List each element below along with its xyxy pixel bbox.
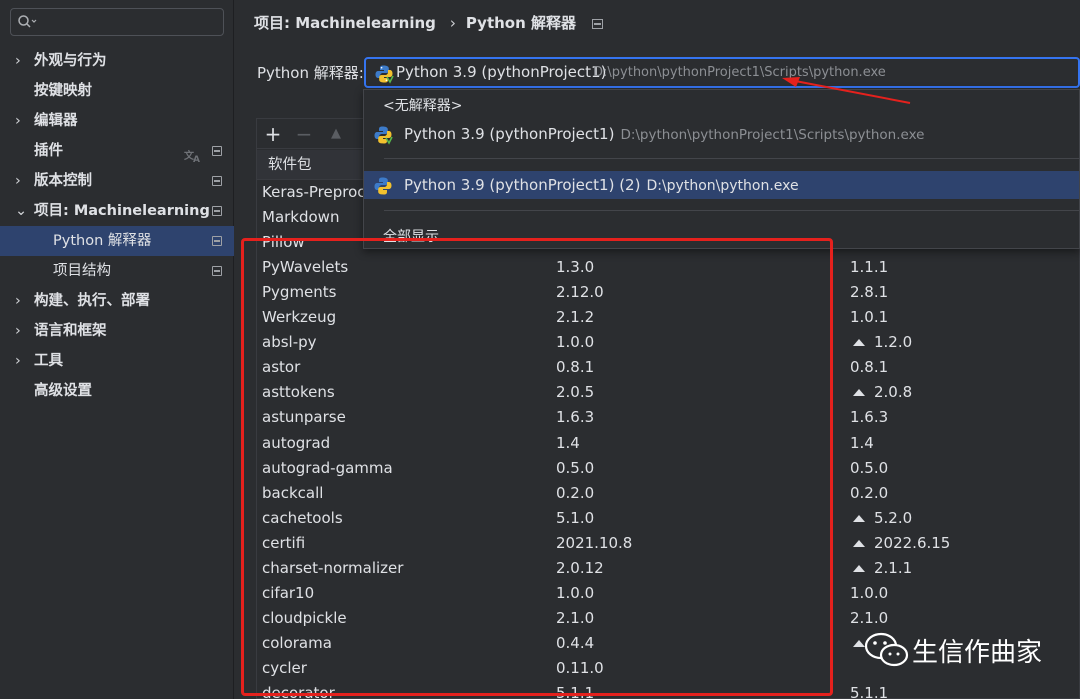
sidebar-item-build[interactable]: › 构建、执行、部署 xyxy=(0,286,234,316)
project-scope-icon xyxy=(592,19,604,29)
project-scope-icon xyxy=(212,236,222,246)
remove-package-button[interactable]: − xyxy=(293,123,315,145)
package-latest-version: 5.1.1 xyxy=(850,684,889,699)
sidebar-item-project[interactable]: ⌄ 项目: Machinelearning xyxy=(0,196,234,226)
upgrade-available-icon[interactable] xyxy=(853,539,865,547)
interpreter-option-name: Python 3.9 (pythonProject1) xyxy=(404,125,615,143)
package-latest-version: 1.0.1 xyxy=(850,308,889,327)
chevron-right-icon: › xyxy=(15,323,21,339)
sidebar-item-label: 编辑器 xyxy=(34,113,78,129)
add-package-button[interactable]: + xyxy=(262,123,284,145)
interpreter-name: Python 3.9 (pythonProject1) xyxy=(396,63,607,81)
chevron-right-icon: › xyxy=(15,113,21,129)
interpreter-option[interactable]: Python 3.9 (pythonProject1) D:\python\pyt… xyxy=(364,120,1079,148)
wechat-logo-icon xyxy=(864,631,910,673)
package-latest-version: 0.2.0 xyxy=(850,483,889,502)
svg-text:A: A xyxy=(193,155,200,163)
chevron-right-icon: › xyxy=(15,353,21,369)
package-latest-version: 5.2.0 xyxy=(874,508,913,527)
package-latest-version: 2.8.1 xyxy=(850,283,889,302)
breadcrumb-page: Python 解释器 xyxy=(465,14,577,32)
sidebar-item-label: 高级设置 xyxy=(34,383,92,399)
python-icon xyxy=(373,125,393,154)
sidebar-item-label: 外观与行为 xyxy=(34,53,107,69)
sidebar-item-project-structure[interactable]: 项目结构 xyxy=(0,256,234,286)
project-scope-icon xyxy=(212,176,222,186)
interpreter-label: Python 解释器: xyxy=(257,64,364,82)
project-scope-icon xyxy=(212,146,222,156)
package-latest-version: 2.1.1 xyxy=(874,558,913,577)
python-icon xyxy=(374,64,394,86)
sidebar-item-plugins[interactable]: 插件 文A xyxy=(0,136,234,166)
package-latest-version: 2.0.8 xyxy=(874,383,913,402)
breadcrumb-project[interactable]: 项目: Machinelearning xyxy=(254,12,436,34)
package-latest-version: 0.8.1 xyxy=(850,358,889,377)
upgrade-package-button[interactable]: ▲ xyxy=(325,123,347,145)
upgrade-available-icon[interactable] xyxy=(853,339,865,347)
interpreter-option-path: D:\python\pythonProject1\Scripts\python.… xyxy=(620,127,925,143)
search-icon xyxy=(17,14,37,34)
sidebar-item-appearance[interactable]: › 外观与行为 xyxy=(0,46,234,76)
interpreter-select[interactable]: Python 3.9 (pythonProject1) D:\python\py… xyxy=(364,57,1080,88)
interpreter-option-selected[interactable]: Python 3.9 (pythonProject1) (2) D:\python… xyxy=(364,171,1079,199)
project-scope-icon xyxy=(212,266,222,276)
watermark-text: 生信作曲家 xyxy=(912,638,1043,668)
upgrade-available-icon[interactable] xyxy=(853,514,865,522)
project-scope-icon xyxy=(212,206,222,216)
breadcrumb: 项目: Machinelearning › Python 解释器 xyxy=(254,12,604,34)
settings-sidebar: › 外观与行为 按键映射 › 编辑器 插件 文A › 版本控制 ⌄ 项目: Ma… xyxy=(0,0,234,699)
sidebar-item-label: 按键映射 xyxy=(34,83,92,99)
sidebar-item-label: 工具 xyxy=(34,353,63,369)
upgrade-available-icon[interactable] xyxy=(853,564,865,572)
interpreter-option-name: Python 3.9 (pythonProject1) (2) xyxy=(404,176,641,194)
sidebar-item-keymap[interactable]: 按键映射 xyxy=(0,76,234,106)
sidebar-item-languages[interactable]: › 语言和框架 xyxy=(0,316,234,346)
sidebar-item-editor[interactable]: › 编辑器 xyxy=(0,106,234,136)
sidebar-item-label: 版本控制 xyxy=(34,173,92,189)
package-latest-version: 0.5.0 xyxy=(850,458,889,477)
sidebar-item-advanced[interactable]: 高级设置 xyxy=(0,376,234,406)
package-name: Markdown xyxy=(262,208,340,227)
sidebar-item-tools[interactable]: › 工具 xyxy=(0,346,234,376)
package-latest-version: 1.2.0 xyxy=(874,333,913,352)
sidebar-item-label: 构建、执行、部署 xyxy=(34,293,150,309)
sidebar-item-label: 插件 xyxy=(34,143,63,159)
sidebar-item-label: 项目结构 xyxy=(53,263,111,279)
sidebar-item-label: 语言和框架 xyxy=(34,323,107,339)
upgrade-available-icon[interactable] xyxy=(853,389,865,397)
package-latest-version: 2022.6.15 xyxy=(874,533,951,552)
sidebar-item-vcs[interactable]: › 版本控制 xyxy=(0,166,234,196)
annotation-arrow-icon xyxy=(782,77,911,104)
dropdown-divider xyxy=(384,210,1079,211)
chevron-right-icon: › xyxy=(449,14,456,32)
package-latest-version: 1.6.3 xyxy=(850,408,889,427)
package-latest-version: 1.0.0 xyxy=(850,583,889,602)
chevron-right-icon: › xyxy=(15,53,21,69)
dropdown-divider xyxy=(384,158,1079,159)
python-icon xyxy=(373,176,393,205)
settings-search-input[interactable] xyxy=(10,8,224,36)
no-interpreter-option[interactable]: <无解释器> xyxy=(383,95,462,115)
highlight-box xyxy=(241,238,833,696)
watermark: 生信作曲家 xyxy=(850,625,1075,675)
package-latest-version: 1.4 xyxy=(850,433,874,452)
package-column-label: 软件包 xyxy=(268,157,312,173)
chevron-right-icon: › xyxy=(15,173,21,189)
interpreter-dropdown: <无解释器> Python 3.9 (pythonProject1) D:\pyt… xyxy=(363,89,1080,249)
interpreter-option-path: D:\python\python.exe xyxy=(646,178,799,194)
sidebar-item-label: 项目: Machinelearning xyxy=(34,203,210,219)
sidebar-item-python-interpreter[interactable]: Python 解释器 xyxy=(0,226,234,256)
chevron-down-icon: ⌄ xyxy=(15,203,28,219)
package-latest-version: 1.1.1 xyxy=(850,258,889,277)
chevron-right-icon: › xyxy=(15,293,21,309)
sidebar-item-label: Python 解释器 xyxy=(53,233,152,249)
